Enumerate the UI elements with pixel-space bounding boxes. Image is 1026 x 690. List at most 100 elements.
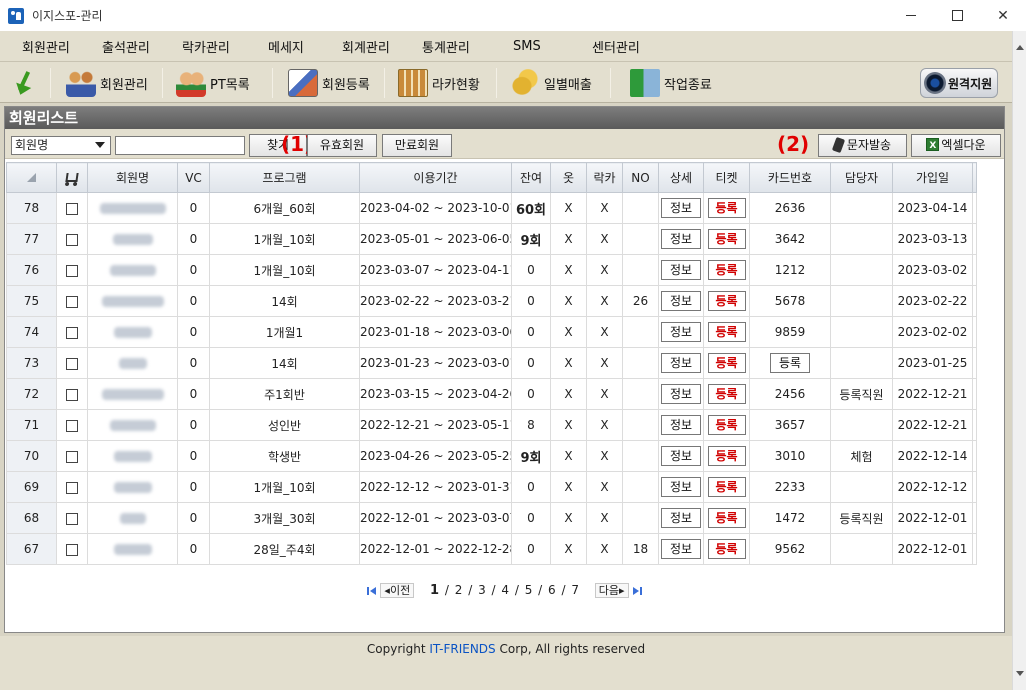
row-checkbox[interactable] xyxy=(66,388,78,401)
column-header-13[interactable]: 담당자 xyxy=(830,162,893,193)
table-row[interactable]: 77 0 1개월_10회 2023-05-01 ~ 2023-06-05 9회 X X 정보 등… xyxy=(6,223,977,255)
close-button[interactable]: ✕ xyxy=(980,0,1026,31)
ticket-register-button[interactable]: 등록 xyxy=(707,229,746,249)
excel-download-button[interactable]: 엑셀다운 xyxy=(911,134,1001,157)
back-button[interactable] xyxy=(12,66,46,100)
table-row[interactable]: 72 0 주1회반 2023-03-15 ~ 2023-04-26 0 X X 정보 등록 245… xyxy=(6,378,977,410)
column-header-12[interactable]: 카드번호 xyxy=(749,162,831,193)
column-header-1[interactable] xyxy=(56,162,88,193)
column-header-5[interactable]: 이용기간 xyxy=(359,162,512,193)
menu-item-5[interactable]: 통계관리 xyxy=(422,37,470,56)
info-button[interactable]: 정보 xyxy=(661,415,701,435)
column-header-9[interactable]: NO xyxy=(622,162,659,193)
info-button[interactable]: 정보 xyxy=(661,229,701,249)
column-header-2[interactable]: 회원명 xyxy=(87,162,178,193)
info-button[interactable]: 정보 xyxy=(661,539,701,559)
prev-page-button[interactable]: ◂이전 xyxy=(380,583,415,598)
row-checkbox[interactable] xyxy=(66,326,78,339)
column-header-4[interactable]: 프로그램 xyxy=(209,162,360,193)
menu-item-4[interactable]: 회계관리 xyxy=(342,37,390,56)
column-header-3[interactable]: VC xyxy=(177,162,210,193)
info-button[interactable]: 정보 xyxy=(661,322,701,342)
table-row[interactable]: 74 0 1개월1 2023-01-18 ~ 2023-03-06 0 X X 정보 등록 985… xyxy=(6,316,977,348)
table-row[interactable]: 73 0 14회 2023-01-23 ~ 2023-03-01 0 X X 정보 등록 등록 20… xyxy=(6,347,977,379)
column-header-7[interactable]: 옷 xyxy=(550,162,587,193)
table-row[interactable]: 76 0 1개월_10회 2023-03-07 ~ 2023-04-11 0 X X 정보 등록… xyxy=(6,254,977,286)
menu-item-1[interactable]: 출석관리 xyxy=(102,37,150,56)
ticket-register-button[interactable]: 등록 xyxy=(707,260,746,280)
table-row[interactable]: 78 0 6개월_60회 2023-04-02 ~ 2023-10-01 60회 X X 정보… xyxy=(6,192,977,224)
column-header-15[interactable] xyxy=(972,162,977,193)
info-button[interactable]: 정보 xyxy=(661,260,701,280)
menu-item-3[interactable]: 메세지 xyxy=(268,37,304,56)
maximize-button[interactable] xyxy=(934,0,980,31)
page-number[interactable]: 5 xyxy=(525,583,533,597)
ticket-register-button[interactable]: 등록 xyxy=(707,508,746,528)
remote-support-button[interactable]: 원격지원 xyxy=(920,68,998,98)
page-number[interactable]: 4 xyxy=(501,583,509,597)
column-header-10[interactable]: 상세 xyxy=(658,162,704,193)
ticket-register-button[interactable]: 등록 xyxy=(707,353,746,373)
column-header-14[interactable]: 가입일 xyxy=(892,162,973,193)
ticket-register-button[interactable]: 등록 xyxy=(707,446,746,466)
ticket-register-button[interactable]: 등록 xyxy=(707,384,746,404)
info-button[interactable]: 정보 xyxy=(661,353,701,373)
page-number[interactable]: 3 xyxy=(478,583,486,597)
menu-item-6[interactable]: SMS xyxy=(513,39,541,54)
page-number[interactable]: 1 xyxy=(430,583,439,598)
ticket-register-button[interactable]: 등록 xyxy=(707,415,746,435)
row-checkbox[interactable] xyxy=(66,357,78,370)
table-row[interactable]: 67 0 28일_주4회 2022-12-01 ~ 2022-12-28 0 X X 18 정보… xyxy=(6,533,977,565)
row-checkbox[interactable] xyxy=(66,202,78,215)
row-checkbox[interactable] xyxy=(66,450,78,463)
work-end-button[interactable]: 작업종료 xyxy=(630,66,712,100)
column-header-11[interactable]: 티켓 xyxy=(703,162,750,193)
daily-sales-button[interactable]: 일별매출 xyxy=(510,66,592,100)
sort-corner-icon[interactable] xyxy=(27,172,36,182)
menu-item-7[interactable]: 센터관리 xyxy=(592,37,640,56)
page-number[interactable]: 2 xyxy=(455,583,463,597)
table-row[interactable]: 68 0 3개월_30회 2022-12-01 ~ 2023-03-07 0 X X 정보 등록… xyxy=(6,502,977,534)
row-checkbox[interactable] xyxy=(66,543,78,556)
row-checkbox[interactable] xyxy=(66,233,78,246)
menu-item-0[interactable]: 회원관리 xyxy=(22,37,70,56)
send-sms-button[interactable]: 문자발송 xyxy=(818,134,907,157)
menu-item-2[interactable]: 락카관리 xyxy=(182,37,230,56)
first-page-icon[interactable] xyxy=(366,586,377,596)
ticket-register-button[interactable]: 등록 xyxy=(707,539,746,559)
ticket-register-button[interactable]: 등록 xyxy=(707,322,746,342)
scroll-down-icon[interactable] xyxy=(1016,671,1024,676)
locker-status-button[interactable]: 라카현황 xyxy=(398,66,480,100)
row-checkbox[interactable] xyxy=(66,264,78,277)
next-page-button[interactable]: 다음▸ xyxy=(594,583,629,598)
row-checkbox[interactable] xyxy=(66,481,78,494)
expired-members-button[interactable]: 만료회원 xyxy=(382,134,452,157)
member-manage-button[interactable]: 회원관리 xyxy=(66,66,148,100)
card-register-button[interactable]: 등록 xyxy=(770,353,810,373)
row-checkbox[interactable] xyxy=(66,419,78,432)
row-checkbox[interactable] xyxy=(66,512,78,525)
pt-list-button[interactable]: PT목록 xyxy=(176,66,250,100)
table-row[interactable]: 70 0 학생반 2023-04-26 ~ 2023-05-25 9회 X X 정보 등록 301… xyxy=(6,440,977,472)
page-number[interactable]: 6 xyxy=(548,583,556,597)
info-button[interactable]: 정보 xyxy=(661,384,701,404)
ticket-register-button[interactable]: 등록 xyxy=(707,291,746,311)
column-header-0[interactable] xyxy=(6,162,57,193)
column-header-8[interactable]: 락카 xyxy=(586,162,623,193)
minimize-button[interactable] xyxy=(888,0,934,31)
last-page-icon[interactable] xyxy=(632,586,643,596)
info-button[interactable]: 정보 xyxy=(661,446,701,466)
info-button[interactable]: 정보 xyxy=(661,508,701,528)
row-checkbox[interactable] xyxy=(66,295,78,308)
scroll-up-icon[interactable] xyxy=(1016,45,1024,50)
ticket-register-button[interactable]: 등록 xyxy=(707,477,746,497)
table-row[interactable]: 69 0 1개월_10회 2022-12-12 ~ 2023-01-31 0 X X 정보 등록… xyxy=(6,471,977,503)
vertical-scrollbar[interactable] xyxy=(1012,31,1026,690)
table-row[interactable]: 71 0 성인반 2022-12-21 ~ 2023-05-11 8 X X 정보 등록 3657… xyxy=(6,409,977,441)
page-number[interactable]: 7 xyxy=(571,583,579,597)
info-button[interactable]: 정보 xyxy=(661,198,701,218)
search-field-select[interactable]: 회원명 xyxy=(11,136,111,155)
ticket-register-button[interactable]: 등록 xyxy=(707,198,746,218)
info-button[interactable]: 정보 xyxy=(661,291,701,311)
column-header-6[interactable]: 잔여 xyxy=(511,162,551,193)
